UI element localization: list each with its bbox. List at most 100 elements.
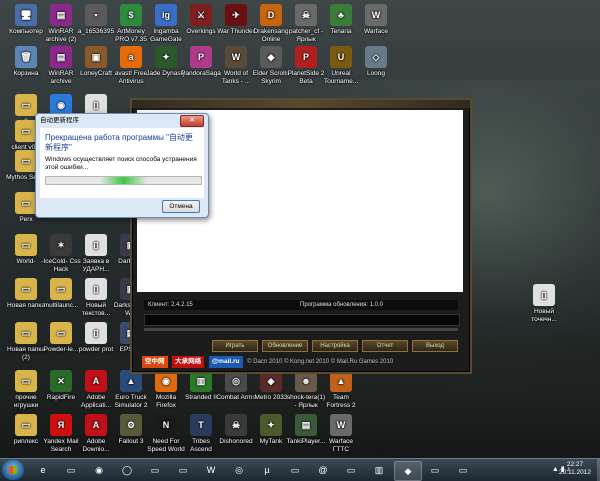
icon-new-text-right[interactable]: ▯ Новый точечн... <box>524 284 564 324</box>
taskbar-launcher[interactable]: ◆ <box>394 461 422 481</box>
icon-new-folder[interactable]: ▭ Новая папка <box>6 278 46 310</box>
icon-recycle-bin[interactable]: 🗑 Корзина <box>6 46 46 78</box>
icon-label: Новая папка (2) <box>7 346 45 361</box>
icon-euro-truck[interactable]: ▲ Euro Truck Simulator 2 <box>111 370 151 410</box>
report-button[interactable]: Отчет <box>362 340 408 352</box>
icon-other-folders[interactable]: ▭ прочие игрушки <box>6 370 46 410</box>
icon-world-of-tanks[interactable]: W World of Tanks - ... <box>216 46 256 86</box>
icon-patcher-cf[interactable]: ☠ patcher_cf - Ярлык <box>286 4 326 44</box>
cancel-button[interactable]: Отмена <box>162 200 200 213</box>
taskbar-explorer-2[interactable]: ▭ <box>282 461 308 479</box>
icon-tf2[interactable]: ▲ Team Fortress 2 <box>321 370 361 410</box>
icon-war-thunder[interactable]: ✈ War Thunder <box>216 4 256 36</box>
taskbar-wot[interactable]: W <box>198 461 224 479</box>
icon-artmoney-image: $ <box>120 4 142 26</box>
taskbar-app-16[interactable]: ▭ <box>450 461 476 479</box>
icon-winrar-2[interactable]: ▤ WinRAR archive (2) <box>41 4 81 44</box>
icon-unreal-tournament[interactable]: U Unreal Tourname... <box>321 46 361 86</box>
settings-button[interactable]: Настройка <box>312 340 358 352</box>
icon-adobe-downloader[interactable]: A Adobe Downlo... <box>76 414 116 454</box>
icon-avast[interactable]: a avast! Free Antivirus <box>111 46 151 86</box>
icon-nfs[interactable]: N Need For Speed World <box>146 414 186 454</box>
exit-button[interactable]: Выход <box>412 340 458 352</box>
icon-mytank[interactable]: ✦ MyTank <box>251 414 291 446</box>
icon-ripleks[interactable]: ▭ риплекс <box>6 414 46 446</box>
icon-firefox[interactable]: ◉ Mozilla Firefox <box>146 370 186 410</box>
icon-a-16536395[interactable]: ▪ a_16536395 <box>76 4 116 36</box>
start-button[interactable] <box>2 460 24 480</box>
icon-zayavka[interactable]: ▯ Заявка в УДАРН... <box>76 234 116 274</box>
icon-warface[interactable]: W Warface <box>356 4 396 36</box>
icon-stranded[interactable]: ▥ Stranded II <box>181 370 221 402</box>
taskbar-utorrent[interactable]: µ <box>254 461 280 479</box>
icon-multilaunch[interactable]: ▭ multilaunc... <box>41 278 81 310</box>
icon-powder-prot[interactable]: ▯ powder prot <box>76 322 116 354</box>
icon-artmoney[interactable]: $ ArtMoney PRO v7.35 <box>111 4 151 44</box>
icon-warface-gtts[interactable]: W Warface ГТТС <box>321 414 361 454</box>
icon-dishonored[interactable]: ☠ Dishonored <box>216 414 256 446</box>
icon-label: Powder-le... <box>43 346 79 353</box>
icon-new-folder-2[interactable]: ▭ Новая папка (2) <box>6 322 46 362</box>
icon-adobe-apps[interactable]: A Adobe Applicati... <box>76 370 116 410</box>
taskbar-explorer[interactable]: ▭ <box>58 461 84 479</box>
clock[interactable]: 22:27 20.11.2012 <box>554 461 596 477</box>
icon-loong[interactable]: ◇ Loong <box>356 46 396 78</box>
icon-drakensang[interactable]: D Drakensang Online <box>251 4 291 44</box>
icon-elder-scrolls[interactable]: ◆ Elder Scrolls Skyrim <box>251 46 291 86</box>
taskbar-app-15[interactable]: ▭ <box>422 461 448 479</box>
icon-pandorasaga[interactable]: P PandoraSaga <box>181 46 221 78</box>
icon-combat-arms[interactable]: ◎ Combat Arms <box>216 370 256 402</box>
icon-tribes[interactable]: T Tribes Ascend <box>181 414 221 454</box>
taskbar-app-6[interactable]: ▭ <box>170 461 196 479</box>
icon-label: Компьютер <box>9 28 43 35</box>
icon-loneycraft[interactable]: ▣ LoneyCraft <box>76 46 116 78</box>
icon-fallout-3[interactable]: ⚙ Fallout 3 <box>111 414 151 446</box>
icon-metro-2033[interactable]: ◈ Metro 2033 <box>251 370 291 402</box>
icon-label: powder prot <box>78 346 114 353</box>
icon-powder-le[interactable]: ▭ Powder-le... <box>41 322 81 354</box>
icon-label: Need For Speed World <box>147 438 185 453</box>
icon-jade-dynasty[interactable]: ✦ Jade Dynasty <box>146 46 186 78</box>
icon-world[interactable]: ▭ World- <box>6 234 46 266</box>
icon-tribes-image: T <box>190 414 212 436</box>
icon-label: WinRAR archive (2) <box>45 28 77 43</box>
taskbar-ie[interactable]: e <box>30 461 56 479</box>
icon-icecold[interactable]: ✶ -IceCold- Css Hack <box>41 234 81 274</box>
taskbar-mail[interactable]: @ <box>310 461 336 479</box>
icon-ingamba[interactable]: ig Ingamba GameGate <box>146 4 186 44</box>
icon-overkings-image: ⚔ <box>190 4 212 26</box>
icon-label: Tenaria <box>330 28 352 35</box>
play-button[interactable]: Играть <box>212 340 258 352</box>
icon-new-text[interactable]: ▯ Новый текстов... <box>76 278 116 318</box>
taskbar-app-5[interactable]: ▭ <box>142 461 168 479</box>
icon-recycle-bin-image: 🗑 <box>15 46 37 68</box>
taskbar-firefox[interactable]: ◉ <box>86 461 112 479</box>
icon-fallout-3-image: ⚙ <box>120 414 142 436</box>
icon-label: World of Tanks - ... <box>221 70 251 85</box>
icon-overkings[interactable]: ⚔ Overkings <box>181 4 221 36</box>
icon-tenaria[interactable]: ♣ Tenaria <box>321 4 361 36</box>
icon-winrar[interactable]: ▤ WinRAR archive <box>41 46 81 86</box>
dialog-title: 自动更新程序 <box>40 117 79 124</box>
error-dialog[interactable]: 自动更新程序 ✕ Прекращена работа программы "自动… <box>35 113 209 218</box>
dialog-close-button[interactable]: ✕ <box>180 115 204 127</box>
icon-shock-tera[interactable]: ☻ shock-tera(1) - Ярлык <box>286 370 326 410</box>
icon-rapidfire[interactable]: ✕ RapidFire <box>41 370 81 402</box>
launcher-titlebar[interactable] <box>132 100 470 108</box>
clock-time: 22:27 <box>566 461 584 468</box>
icon-computer[interactable]: 🖥 Компьютер <box>6 4 46 36</box>
icon-zayavka-image: ▯ <box>85 234 107 256</box>
launcher-progress-bar-secondary <box>144 328 458 331</box>
update-button[interactable]: Обновление <box>262 340 308 352</box>
taskbar-opera[interactable]: ◯ <box>114 461 140 479</box>
icon-tankiplayer[interactable]: ▤ TankiPlayer... <box>286 414 326 446</box>
icon-powder-prot-image: ▯ <box>85 322 107 344</box>
icon-planetside[interactable]: P PlanetSide 2 Beta <box>286 46 326 86</box>
icon-label: Metro 2033 <box>254 394 288 401</box>
taskbar-steam[interactable]: ◎ <box>226 461 252 479</box>
icon-yandex-mail[interactable]: Я Yandex Mail Search <box>41 414 81 454</box>
taskbar-media[interactable]: ▥ <box>366 461 392 479</box>
icon-label: multilaunc... <box>43 302 79 309</box>
taskbar-app-12[interactable]: ▭ <box>338 461 364 479</box>
icon-new-folder-2-image: ▭ <box>15 322 37 344</box>
